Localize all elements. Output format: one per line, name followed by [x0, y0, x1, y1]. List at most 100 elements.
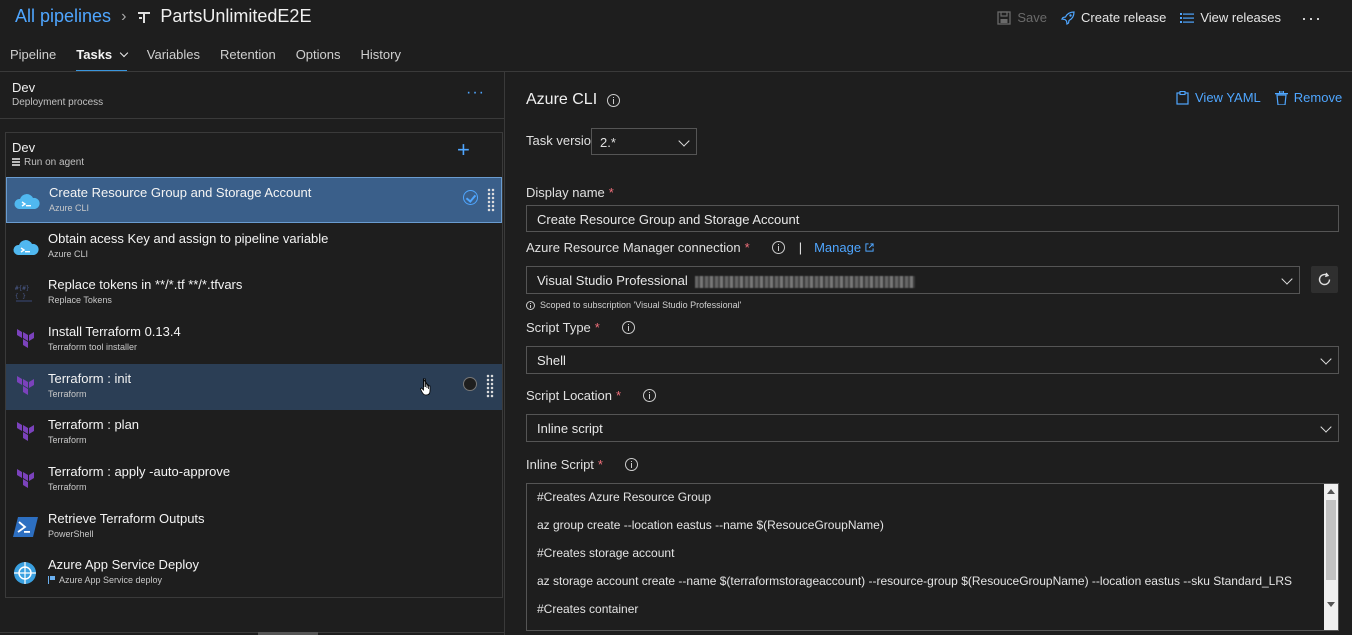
all-pipelines-link[interactable]: All pipelines — [15, 6, 111, 27]
inline-script-label-text: Inline Script — [526, 457, 594, 472]
info-icon[interactable] — [771, 241, 785, 254]
required-marker: * — [597, 457, 603, 472]
save-button[interactable]: Save — [997, 10, 1047, 25]
replace-tokens-icon: #{#}{ } — [15, 285, 32, 302]
task-subtitle: Azure App Service deploy — [48, 575, 162, 585]
task-list-panel: Dev Deployment process ··· Dev Run on ag… — [0, 72, 505, 635]
task-subtitle: Azure CLI — [48, 249, 89, 259]
hand-cursor-icon — [420, 378, 431, 396]
task-item[interactable]: Retrieve Terraform Outputs PowerShell — [6, 504, 502, 550]
scroll-thumb[interactable] — [1326, 500, 1336, 580]
pipeline-tabs: Pipeline Tasks Variables Retention Optio… — [0, 40, 411, 72]
tab-retention[interactable]: Retention — [210, 40, 286, 72]
top-bar: All pipelines › PartsUnlimitedE2E Save C… — [0, 0, 1352, 38]
scroll-up-icon[interactable] — [1327, 489, 1335, 494]
agent-job-subtitle-text: Run on agent — [24, 157, 85, 168]
info-icon[interactable] — [621, 321, 635, 334]
task-version-label: Task version — [526, 133, 598, 148]
task-item[interactable]: Create Resource Group and Storage Accoun… — [6, 177, 502, 223]
task-subtitle: Terraform — [48, 389, 87, 399]
tab-history[interactable]: History — [351, 40, 411, 72]
info-icon[interactable] — [624, 458, 638, 471]
task-item[interactable]: Terraform : init Terraform — [6, 364, 502, 410]
task-detail-title-text: Azure CLI — [526, 91, 598, 108]
task-item[interactable]: #{#}{ } Replace tokens in **/*.tf **/*.t… — [6, 270, 502, 316]
tab-pipeline[interactable]: Pipeline — [0, 40, 66, 72]
scroll-down-icon[interactable] — [1327, 602, 1335, 607]
script-line: az group create --location eastus --name… — [537, 518, 884, 532]
task-version-select[interactable]: 2.* — [591, 128, 697, 155]
chevron-down-icon — [1320, 353, 1332, 365]
task-subtitle: Terraform — [48, 435, 87, 445]
info-icon[interactable] — [607, 93, 621, 107]
task-detail-actions: View YAML Remove — [1176, 90, 1342, 105]
script-type-label: Script Type * — [526, 320, 635, 335]
more-actions-icon[interactable]: ··· — [1301, 9, 1322, 27]
display-name-field[interactable]: Create Resource Group and Storage Accoun… — [526, 205, 1339, 232]
drag-handle-icon[interactable] — [486, 374, 494, 398]
agent-job-header[interactable]: Dev Run on agent — [12, 140, 84, 168]
drag-handle-icon[interactable] — [487, 188, 495, 212]
refresh-button[interactable] — [1311, 266, 1338, 293]
script-location-value: Inline script — [537, 421, 603, 436]
task-item[interactable]: Azure App Service Deploy Azure App Servi… — [6, 550, 502, 596]
inline-script-editor[interactable]: #Creates Azure Resource Group az group c… — [526, 483, 1339, 631]
add-task-button[interactable]: + — [457, 139, 470, 161]
terraform-icon — [17, 329, 34, 348]
task-item[interactable]: Install Terraform 0.13.4 Terraform tool … — [6, 317, 502, 363]
rocket-icon — [1061, 10, 1075, 25]
task-item[interactable]: Terraform : plan Terraform — [6, 410, 502, 456]
terraform-icon — [17, 422, 34, 441]
required-marker: * — [744, 240, 750, 255]
flag-icon — [48, 576, 55, 584]
task-detail-panel: Azure CLI View YAML Remove Task version … — [506, 72, 1352, 635]
agent-job-name: Dev — [12, 140, 36, 155]
app-service-icon — [14, 562, 36, 584]
script-location-select[interactable]: Inline script — [526, 414, 1339, 442]
task-item[interactable]: Obtain acess Key and assign to pipeline … — [6, 224, 502, 270]
page-title: PartsUnlimitedE2E — [160, 6, 312, 26]
view-yaml-button[interactable]: View YAML — [1176, 90, 1261, 105]
divider — [0, 118, 505, 119]
task-subtitle: Terraform — [48, 482, 87, 492]
tab-variables[interactable]: Variables — [137, 40, 210, 72]
task-enabled-checkbox[interactable] — [463, 377, 477, 391]
save-icon — [997, 10, 1012, 25]
script-location-label: Script Location * — [526, 388, 657, 403]
info-icon[interactable] — [643, 389, 657, 402]
task-title: Obtain acess Key and assign to pipeline … — [48, 231, 329, 246]
task-subtitle: Replace Tokens — [48, 295, 112, 305]
view-releases-button[interactable]: View releases — [1180, 10, 1281, 25]
task-version-value: 2.* — [600, 135, 616, 150]
arm-connection-label: Azure Resource Manager connection * | Man… — [526, 240, 874, 255]
script-type-select[interactable]: Shell — [526, 346, 1339, 374]
task-subtitle-text: Azure App Service deploy — [59, 575, 163, 585]
stage-name: Dev — [12, 80, 36, 95]
stage-header[interactable]: Dev Deployment process — [12, 80, 103, 108]
scope-note: Scoped to subscription 'Visual Studio Pr… — [526, 300, 741, 310]
create-release-button[interactable]: Create release — [1061, 10, 1166, 25]
arm-connection-label-text: Azure Resource Manager connection — [526, 240, 741, 255]
task-title: Retrieve Terraform Outputs — [48, 511, 205, 526]
required-marker: * — [616, 388, 622, 403]
tab-options[interactable]: Options — [286, 40, 351, 72]
info-icon — [526, 300, 535, 310]
view-releases-label: View releases — [1200, 10, 1282, 25]
task-item[interactable]: Terraform : apply -auto-approve Terrafor… — [6, 457, 502, 503]
tab-tasks[interactable]: Tasks — [66, 40, 137, 72]
powershell-icon — [13, 517, 38, 537]
arm-connection-select[interactable]: Visual Studio Professional — [526, 266, 1300, 294]
redacted-subscription-id — [695, 275, 916, 288]
chevron-down-icon — [678, 135, 690, 147]
manage-link[interactable]: Manage — [814, 240, 874, 255]
remove-task-button[interactable]: Remove — [1274, 90, 1342, 105]
task-enabled-checkbox[interactable] — [463, 190, 478, 205]
chevron-down-icon — [1281, 273, 1293, 285]
required-marker: * — [608, 185, 614, 200]
task-detail-title: Azure CLI — [526, 91, 621, 109]
vertical-scrollbar[interactable] — [1324, 484, 1338, 630]
create-release-label: Create release — [1081, 10, 1167, 25]
stage-more-icon[interactable]: ··· — [466, 84, 485, 102]
display-name-label: Display name * — [526, 185, 614, 200]
manage-label: Manage — [814, 240, 862, 255]
